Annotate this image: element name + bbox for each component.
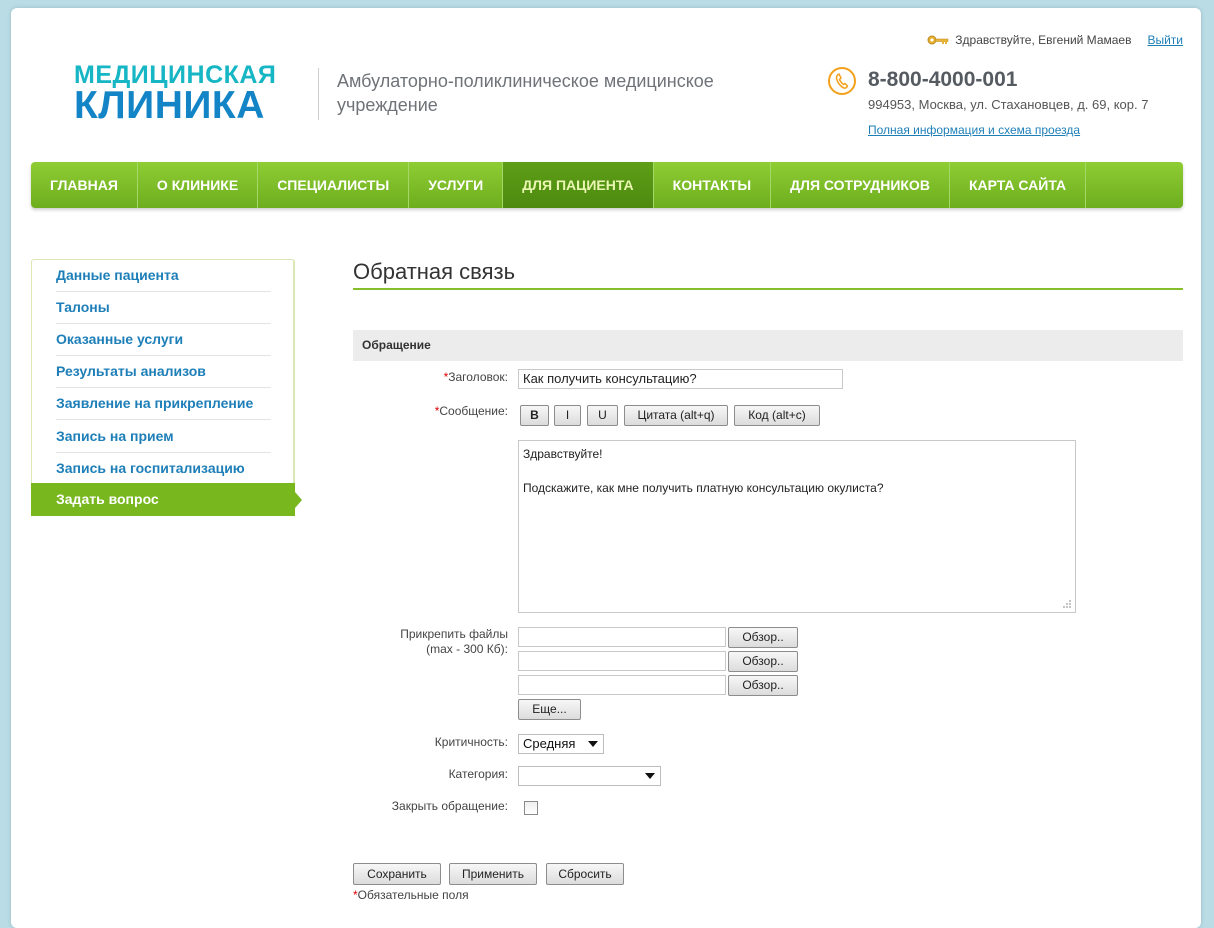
sidebar-item-ask-question[interactable]: Задать вопрос [31, 483, 302, 516]
phone-icon [828, 67, 856, 95]
nav-item-specialists[interactable]: Специалисты [258, 162, 410, 208]
file-input-3[interactable] [518, 675, 726, 695]
reset-button[interactable]: Сбросить [546, 863, 624, 885]
message-line-2: Подскажите, как мне получить платную кон… [523, 481, 884, 495]
category-label: Категория: [448, 767, 508, 781]
subject-label: *Заголовок: [443, 370, 508, 384]
page-title: Обратная связь [353, 259, 516, 284]
quote-button[interactable]: Цитата (alt+q) [624, 405, 728, 426]
route-info-link[interactable]: Полная информация и схема проезда [868, 123, 1080, 137]
nav-item-sitemap[interactable]: Карта сайта [950, 162, 1087, 208]
underline-button[interactable]: U [587, 405, 618, 426]
file-input-2[interactable] [518, 651, 726, 671]
priority-label: Критичность: [434, 735, 508, 749]
more-files-button[interactable]: Еще... [518, 699, 581, 720]
required-fields-note: *Обязательные поля [353, 888, 469, 902]
sidebar-item-patient-data[interactable]: Данные пациента [56, 260, 271, 292]
sidebar-item-hospitalization[interactable]: Запись на госпитализацию [56, 453, 271, 485]
sidebar-item-appointment[interactable]: Запись на прием [56, 421, 271, 453]
page: МЕДИЦИНСКАЯ КЛИНИКА Амбулаторно-поликлин… [11, 8, 1201, 928]
italic-button[interactable]: I [554, 405, 581, 426]
category-select[interactable] [518, 766, 661, 786]
key-icon [927, 35, 949, 45]
sidebar-item-test-results[interactable]: Результаты анализов [56, 356, 271, 388]
subject-input[interactable]: Как получить консультацию? [518, 369, 843, 389]
main-nav: Главная О клинике Специалисты Услуги Для… [31, 162, 1183, 208]
sidebar-item-provided-services[interactable]: Оказанные услуги [56, 324, 271, 356]
sidebar: Данные пациента Талоны Оказанные услуги … [31, 259, 302, 516]
chevron-down-icon [588, 741, 598, 747]
browse-button-1[interactable]: Обзор.. [728, 627, 798, 648]
resize-grip-icon[interactable] [1062, 599, 1072, 609]
clinic-logo[interactable]: МЕДИЦИНСКАЯ КЛИНИКА [74, 63, 276, 127]
phone-number: 8-800-4000-001 [868, 68, 1018, 91]
sidebar-item-coupons[interactable]: Талоны [56, 292, 271, 324]
title-underline [353, 288, 1183, 290]
message-line-1: Здравствуйте! [523, 447, 603, 461]
nav-item-services[interactable]: Услуги [409, 162, 504, 208]
save-button[interactable]: Сохранить [353, 863, 441, 885]
apply-button[interactable]: Применить [449, 863, 537, 885]
logout-link[interactable]: Выйти [1147, 33, 1183, 47]
user-bar: Здравствуйте, Евгений Мамаев Выйти [927, 33, 1183, 47]
browse-button-2[interactable]: Обзор.. [728, 651, 798, 672]
nav-item-for-patient[interactable]: Для пациента [503, 162, 654, 208]
nav-item-about[interactable]: О клинике [138, 162, 259, 208]
close-request-label: Закрыть обращение: [391, 799, 508, 813]
user-greeting: Здравствуйте, Евгений Мамаев [955, 33, 1132, 47]
sidebar-item-attachment-application[interactable]: Заявление на прикрепление [56, 388, 271, 420]
close-request-checkbox[interactable] [524, 801, 538, 815]
nav-item-contacts[interactable]: Контакты [654, 162, 772, 208]
tagline: Амбулаторно-поликлиническое медицинское … [337, 71, 714, 115]
priority-select[interactable]: Средняя [518, 734, 604, 754]
clinic-address: 994953, Москва, ул. Стахановцев, д. 69, … [868, 97, 1149, 112]
priority-value: Средняя [523, 736, 576, 751]
browse-button-3[interactable]: Обзор.. [728, 675, 798, 696]
section-header: Обращение [353, 330, 1183, 361]
bold-button[interactable]: B [520, 405, 549, 426]
message-label: *Сообщение: [434, 404, 508, 418]
logo-line-2: КЛИНИКА [74, 84, 265, 127]
nav-item-home[interactable]: Главная [31, 162, 138, 208]
nav-item-for-staff[interactable]: Для сотрудников [771, 162, 950, 208]
attach-label: Прикрепить файлы (max - 300 Кб): [400, 627, 508, 656]
message-textarea[interactable]: Здравствуйте! Подскажите, как мне получи… [518, 440, 1076, 613]
file-input-1[interactable] [518, 627, 726, 647]
code-button[interactable]: Код (alt+c) [734, 405, 820, 426]
logo-divider [318, 68, 319, 120]
chevron-down-icon [645, 773, 655, 779]
